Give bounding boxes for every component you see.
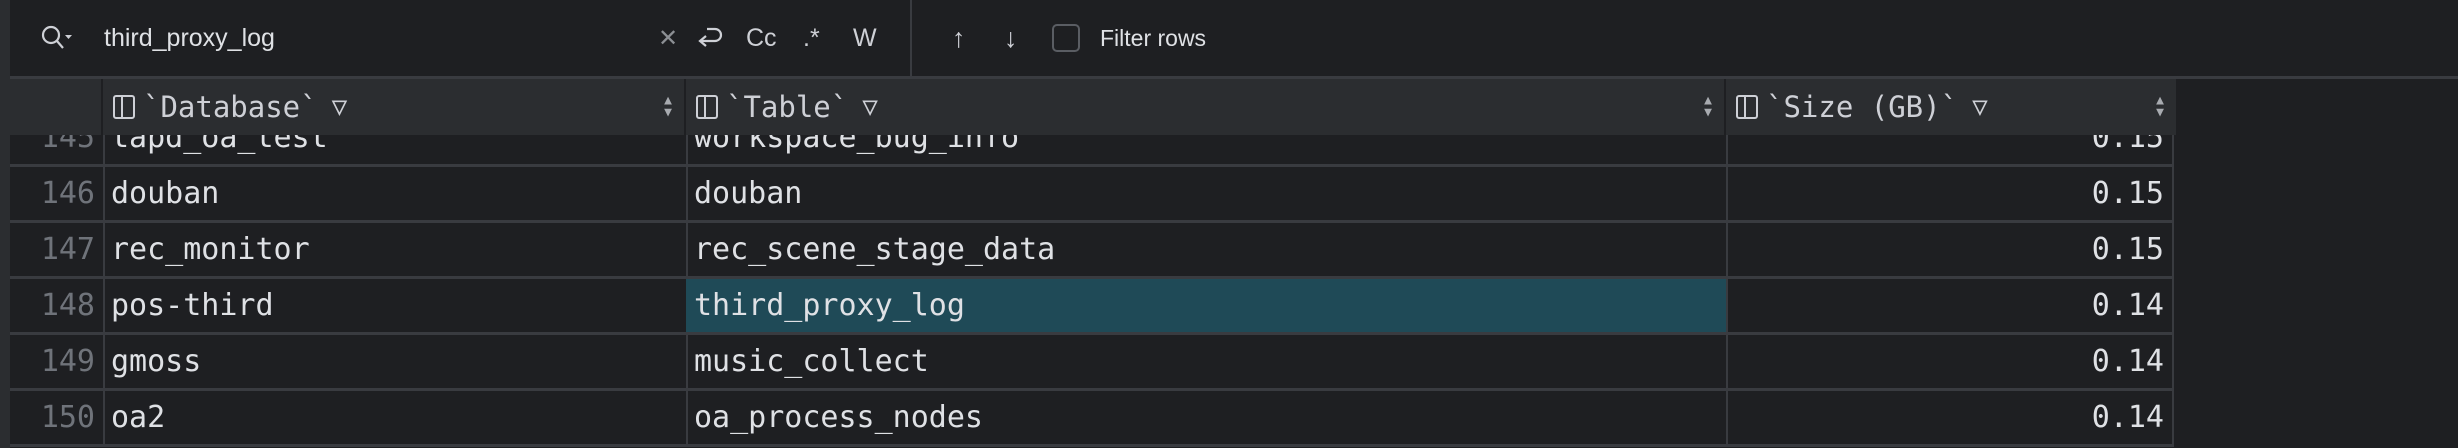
cell-table[interactable]: workspace_bug_info [686, 135, 1728, 167]
search-input[interactable]: third_proxy_log [104, 0, 275, 76]
filter-icon[interactable]: ▽ [862, 92, 878, 122]
column-title: `Database` [143, 90, 318, 124]
cell-size[interactable]: 0.14 [1726, 279, 2174, 335]
cell-database[interactable]: tapd_oa_test [103, 135, 688, 167]
column-icon [113, 95, 135, 119]
column-icon [696, 95, 718, 119]
row-number: 145 [10, 135, 105, 167]
cell-size[interactable]: 0.14 [1726, 391, 2174, 447]
cell-size[interactable]: 0.15 [1726, 167, 2174, 223]
table-row[interactable]: 147 rec_monitor rec_scene_stage_data 0.15 [10, 223, 2178, 279]
sort-icon[interactable]: ▲ ▼ [2156, 94, 2164, 119]
cell-database[interactable]: oa2 [103, 391, 688, 447]
search-toolbar: third_proxy_log ✕ Cc .* W ↑ ↓ Filter row… [10, 0, 2458, 79]
search-history-icon[interactable] [40, 0, 74, 76]
checkbox-box[interactable] [1052, 24, 1080, 52]
cell-table[interactable]: music_collect [686, 335, 1728, 391]
adjacent-panel-edge [0, 0, 10, 448]
previous-occurrence-icon[interactable]: ↑ [952, 0, 966, 76]
new-line-icon[interactable] [695, 0, 725, 76]
row-number: 148 [10, 279, 105, 335]
table-row[interactable]: 145 tapd_oa_test workspace_bug_info 0.15 [10, 135, 2178, 167]
cell-database[interactable]: gmoss [103, 335, 688, 391]
row-number: 149 [10, 335, 105, 391]
column-title: `Size (GB)` [1766, 90, 1959, 124]
table-row[interactable]: 146 douban douban 0.15 [10, 167, 2178, 223]
toolbar-divider [910, 0, 912, 76]
column-header-table[interactable]: `Table` ▽ ▲ ▼ [686, 79, 1726, 135]
filter-icon[interactable]: ▽ [1972, 92, 1988, 122]
sort-icon[interactable]: ▲ ▼ [1704, 94, 1712, 119]
cell-table[interactable]: douban [686, 167, 1728, 223]
row-number: 146 [10, 167, 105, 223]
whole-words-toggle[interactable]: W [853, 0, 877, 76]
column-title: `Table` [726, 90, 849, 124]
cell-size[interactable]: 0.14 [1726, 335, 2174, 391]
cell-table[interactable]: oa_process_nodes [686, 391, 1728, 447]
cell-database[interactable]: douban [103, 167, 688, 223]
filter-rows-checkbox[interactable] [1052, 0, 1080, 76]
cell-size[interactable]: 0.15 [1726, 223, 2174, 279]
table-row[interactable]: 150 oa2 oa_process_nodes 0.14 [10, 391, 2178, 447]
match-case-toggle[interactable]: Cc [746, 0, 777, 76]
regex-toggle[interactable]: .* [803, 0, 820, 76]
filter-rows-label[interactable]: Filter rows [1100, 0, 1206, 76]
cell-table[interactable]: third_proxy_log [686, 279, 1728, 335]
next-occurrence-icon[interactable]: ↓ [1004, 0, 1018, 76]
column-icon [1736, 95, 1758, 119]
column-header-database[interactable]: `Database` ▽ ▲ ▼ [103, 79, 686, 135]
table-body: 145 tapd_oa_test workspace_bug_info 0.15 146… [10, 135, 2178, 448]
cell-database[interactable]: rec_monitor [103, 223, 688, 279]
sort-icon[interactable]: ▲ ▼ [664, 94, 672, 119]
column-header-size[interactable]: `Size (GB)` ▽ ▲ ▼ [1726, 79, 2178, 135]
row-number-header [10, 79, 103, 135]
clear-icon[interactable]: ✕ [658, 0, 678, 76]
cell-table[interactable]: rec_scene_stage_data [686, 223, 1728, 279]
row-number: 150 [10, 391, 105, 447]
cell-size[interactable]: 0.15 [1726, 135, 2174, 167]
cell-database[interactable]: pos-third [103, 279, 688, 335]
table-row[interactable]: 149 gmoss music_collect 0.14 [10, 335, 2178, 391]
filter-icon[interactable]: ▽ [332, 92, 348, 122]
table-row[interactable]: 148 pos-third third_proxy_log 0.14 [10, 279, 2178, 335]
row-number: 147 [10, 223, 105, 279]
